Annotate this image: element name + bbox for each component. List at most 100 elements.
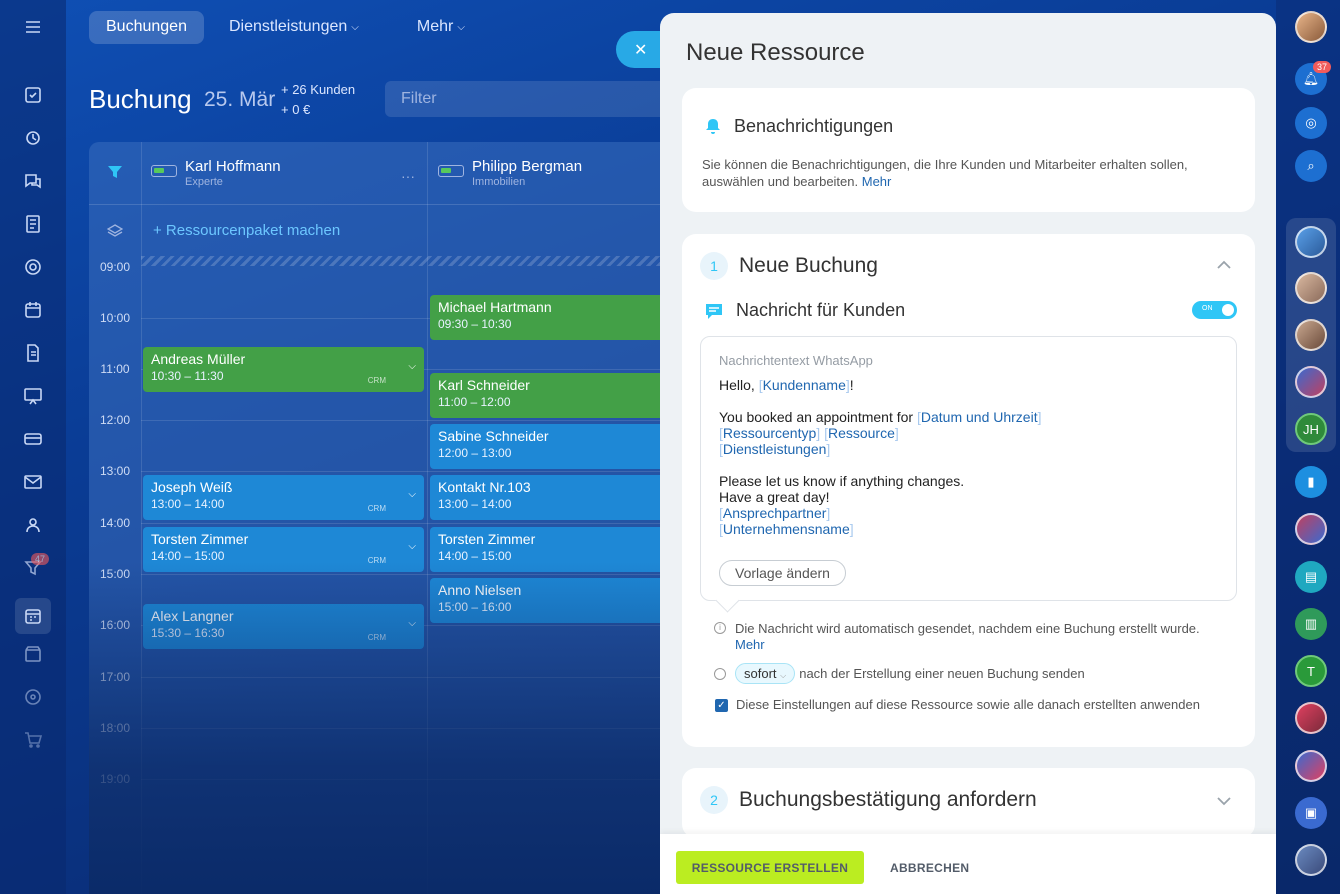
cancel-button[interactable]: ABBRECHEN xyxy=(890,851,969,884)
placeholder-tag[interactable]: Kundenname xyxy=(763,377,846,393)
contact-avatar[interactable] xyxy=(1295,319,1327,351)
crm-label: CRM xyxy=(367,633,386,642)
filter-input[interactable]: Filter xyxy=(385,81,685,117)
text-line: ! xyxy=(849,377,854,393)
group-avatar[interactable] xyxy=(1295,844,1327,876)
booking-event[interactable]: Michael Hartmann 09:30 – 10:30 xyxy=(430,295,689,340)
change-template-button[interactable]: Vorlage ändern xyxy=(719,560,846,586)
resource-column-header[interactable]: Philipp Bergman Immobilien xyxy=(438,158,582,188)
goal-icon[interactable] xyxy=(20,684,46,710)
mail-icon[interactable] xyxy=(20,469,46,495)
cart-icon[interactable] xyxy=(20,727,46,753)
placeholder-tag[interactable]: Ansprechpartner xyxy=(723,505,827,521)
add-resource-package-link[interactable]: + Ressourcenpaket machen xyxy=(153,222,340,239)
document-icon[interactable] xyxy=(20,211,46,237)
target-icon[interactable] xyxy=(20,254,46,280)
booking-event[interactable]: Alex Langner 15:30 – 16:30 CRM ⌵ xyxy=(143,604,424,649)
chat-icon[interactable] xyxy=(20,168,46,194)
event-name: Sabine Schneider xyxy=(438,428,549,444)
booking-event[interactable]: Torsten Zimmer 14:00 – 15:00 xyxy=(430,527,689,572)
presentation-icon[interactable] xyxy=(20,383,46,409)
booking-event[interactable]: Torsten Zimmer 14:00 – 15:00 CRM ⌵ xyxy=(143,527,424,572)
contact-avatar[interactable] xyxy=(1295,513,1327,545)
tab-dienstleistungen[interactable]: Dienstleistungen ⌵ xyxy=(212,11,376,44)
message-icon[interactable]: ▤ xyxy=(1295,561,1327,593)
more-icon[interactable]: ··· xyxy=(401,168,415,184)
close-icon: ✕ xyxy=(634,41,648,59)
booking-event[interactable]: Joseph Weiß 13:00 – 14:00 CRM ⌵ xyxy=(143,475,424,520)
time-label: 17:00 xyxy=(99,670,131,684)
placeholder-tag[interactable]: Ressourcentyp xyxy=(723,425,816,441)
resource-column-header[interactable]: Karl Hoffmann Experte xyxy=(151,158,281,188)
placeholder-tag[interactable]: Datum und Uhrzeit xyxy=(921,409,1038,425)
checkbox-label[interactable]: Diese Einstellungen auf diese Ressource … xyxy=(736,697,1214,713)
calendar-icon[interactable] xyxy=(20,297,46,323)
chevron-down-icon[interactable]: ⌵ xyxy=(408,489,416,500)
timing-select[interactable]: sofort ⌵ xyxy=(735,663,796,684)
booking-event[interactable]: Sabine Schneider 12:00 – 13:00 xyxy=(430,424,689,469)
chevron-up-icon[interactable] xyxy=(1215,256,1233,274)
tab-buchungen[interactable]: Buchungen xyxy=(89,10,204,44)
layers-icon xyxy=(107,224,123,237)
contact-avatar[interactable] xyxy=(1295,366,1327,398)
chevron-down-icon[interactable]: ⌵ xyxy=(408,541,416,552)
chevron-down-icon[interactable]: ⌵ xyxy=(408,618,416,629)
contact-initials[interactable]: T xyxy=(1295,655,1327,687)
notifications-description: Sie können die Benachrichtigungen, die I… xyxy=(702,156,1232,190)
event-name: Torsten Zimmer xyxy=(438,531,536,547)
count-clients: + 26 Kunden xyxy=(281,82,356,97)
apply-checkbox-row: ✓ Diese Einstellungen auf diese Ressourc… xyxy=(714,697,1214,713)
placeholder-tag[interactable]: Ressource xyxy=(828,425,895,441)
info-text: Die Nachricht wird automatisch gesendet,… xyxy=(735,621,1200,636)
hour-line xyxy=(141,574,689,575)
resource-name: Philipp Bergman xyxy=(472,158,583,175)
event-time: 15:00 – 16:00 xyxy=(438,600,512,614)
timing-text: nach der Erstellung einer neuen Buchung … xyxy=(799,666,1085,681)
contact-avatar[interactable] xyxy=(1295,702,1327,734)
notifications-card: Benachrichtigungen Sie können die Benach… xyxy=(682,88,1255,212)
step-confirmation[interactable]: 2 Buchungsbestätigung anfordern xyxy=(682,768,1255,838)
user-avatar[interactable] xyxy=(1295,11,1327,43)
contact-avatar[interactable] xyxy=(1295,226,1327,258)
contacts-icon[interactable] xyxy=(20,512,46,538)
booking-event[interactable]: Andreas Müller 10:30 – 11:30 CRM ⌵ xyxy=(143,347,424,392)
notes-icon[interactable]: ▥ xyxy=(1295,608,1327,640)
tab-mehr[interactable]: Mehr ⌵ xyxy=(400,11,482,44)
count-money: + 0 € xyxy=(281,102,311,117)
menu-icon[interactable] xyxy=(20,14,46,40)
feed-icon[interactable] xyxy=(20,125,46,151)
crm-label: CRM xyxy=(367,556,386,565)
message-toggle[interactable]: ON xyxy=(1192,301,1237,319)
chevron-down-icon[interactable]: ⌵ xyxy=(408,361,416,372)
search-chat-icon[interactable]: ⌕ xyxy=(1295,150,1327,182)
booking-icon[interactable] xyxy=(15,598,51,634)
placeholder-tag[interactable]: Unternehmensname xyxy=(723,521,850,537)
card-icon[interactable] xyxy=(20,426,46,452)
tasks-icon[interactable] xyxy=(20,82,46,108)
contact-initials[interactable]: JH xyxy=(1295,413,1327,445)
apply-checkbox[interactable]: ✓ xyxy=(715,699,728,712)
more-link[interactable]: Mehr xyxy=(862,174,892,189)
bookmark-icon[interactable]: ▮ xyxy=(1295,466,1327,498)
filter-icon[interactable] xyxy=(107,164,123,180)
more-link[interactable]: Mehr xyxy=(735,637,765,652)
time-label: 16:00 xyxy=(99,618,131,632)
store-icon[interactable] xyxy=(20,641,46,667)
close-panel-button[interactable]: ✕ xyxy=(616,31,666,68)
crm-label: CRM xyxy=(367,504,386,513)
chevron-down-icon[interactable] xyxy=(1215,792,1233,810)
placeholder-tag[interactable]: Dienstleistungen xyxy=(723,441,827,457)
booking-event[interactable]: Karl Schneider 11:00 – 12:00 xyxy=(430,373,689,418)
create-resource-button[interactable]: RESSOURCE ERSTELLEN xyxy=(676,851,864,884)
step-number: 2 xyxy=(700,786,728,814)
contact-card-icon[interactable]: ▣ xyxy=(1295,797,1327,829)
file-icon[interactable] xyxy=(20,340,46,366)
chevron-down-icon: ⌵ xyxy=(351,21,359,33)
hour-line xyxy=(141,420,689,421)
booking-event[interactable]: Anno Nielsen 15:00 – 16:00 xyxy=(430,578,689,623)
activity-icon[interactable]: ◎ xyxy=(1295,107,1327,139)
booking-event[interactable]: Kontakt Nr.103 13:00 – 14:00 xyxy=(430,475,689,520)
contact-avatar[interactable] xyxy=(1295,750,1327,782)
contact-avatar[interactable] xyxy=(1295,272,1327,304)
resource-role: Experte xyxy=(185,176,223,188)
